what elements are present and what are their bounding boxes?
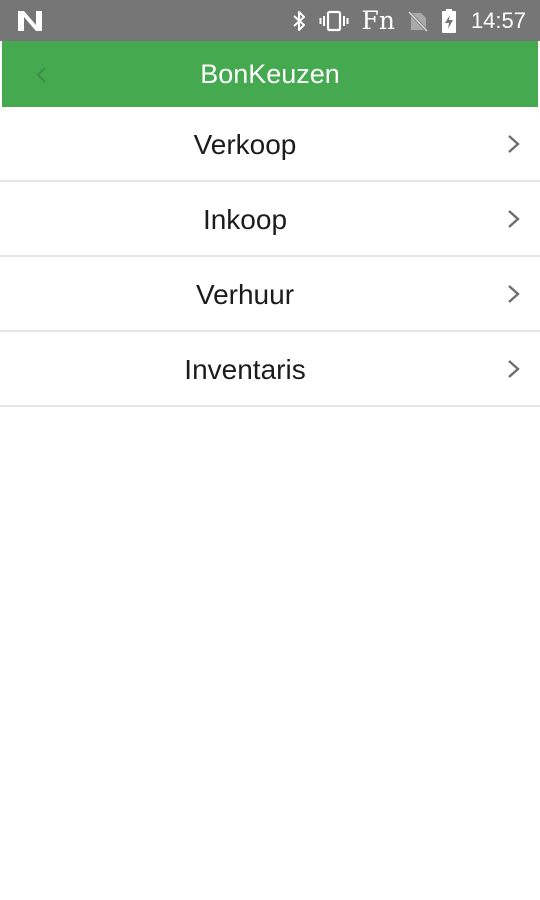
menu-item-label: Inventaris [184, 354, 306, 385]
menu-item-label: Verkoop [193, 129, 297, 160]
menu-item-inventaris[interactable]: Inventaris [0, 332, 540, 407]
chevron-right-icon [506, 283, 522, 305]
n-notification-icon [16, 9, 44, 33]
vibrate-icon [319, 9, 349, 33]
page-title: BonKeuzen [200, 59, 340, 89]
menu-item-label: Verhuur [195, 279, 295, 310]
menu-list: Verkoop Inkoop Verhuur Inventaris [0, 107, 540, 407]
battery-charging-icon [441, 8, 457, 34]
status-bar: Fn 14:57 [0, 0, 540, 41]
menu-item-verkoop[interactable]: Verkoop [0, 107, 540, 182]
app-bar: BonKeuzen [2, 41, 538, 107]
fn-indicator: Fn [361, 6, 395, 35]
chevron-right-icon [506, 133, 522, 155]
chevron-right-icon [506, 208, 522, 230]
chevron-right-icon [506, 358, 522, 380]
bluetooth-icon [291, 9, 307, 33]
menu-item-inkoop[interactable]: Inkoop [0, 182, 540, 257]
menu-item-verhuur[interactable]: Verhuur [0, 257, 540, 332]
clock: 14:57 [470, 8, 526, 33]
no-sim-icon [407, 9, 429, 33]
menu-item-label: Inkoop [202, 204, 288, 235]
